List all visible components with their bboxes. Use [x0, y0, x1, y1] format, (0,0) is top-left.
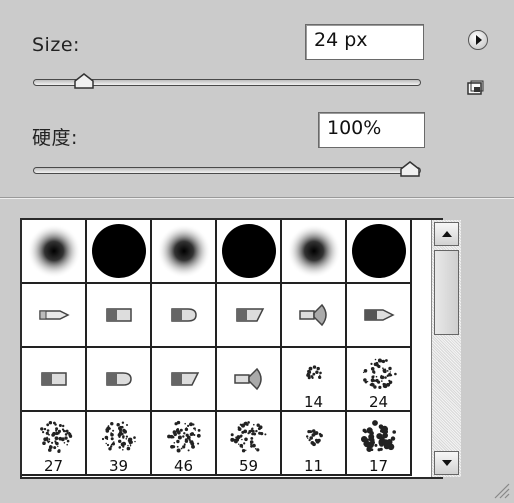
brush-preset-grid: 14 24 27 39 46 59 11 17: [20, 218, 461, 479]
bullet-tip-brush-icon: [105, 372, 132, 386]
brush-preset-cell[interactable]: [217, 284, 282, 348]
angled-tip-brush-icon: [235, 308, 264, 322]
brush-size-label: 14: [303, 393, 324, 411]
panel-divider: [0, 197, 514, 199]
hardness-slider-track[interactable]: [33, 167, 421, 174]
brush-preset-cell[interactable]: [87, 348, 152, 412]
resize-grip-icon[interactable]: [492, 481, 510, 499]
brush-preset-cell[interactable]: 59: [217, 412, 282, 476]
brush-preset-cell[interactable]: [22, 348, 87, 412]
brush-size-label: 27: [43, 457, 64, 475]
hardness-slider-thumb[interactable]: [399, 161, 421, 177]
hardness-input[interactable]: 100%: [318, 112, 425, 148]
pencil-brush-icon: [38, 310, 70, 320]
brush-preset-cell[interactable]: [22, 284, 87, 348]
brush-preset-cell[interactable]: 14: [282, 348, 347, 412]
soft-round-brush-icon: [26, 224, 81, 278]
soft-round-brush-icon: [286, 224, 341, 278]
fan-tip-brush-icon: [233, 367, 262, 391]
flyout-menu-icon[interactable]: [468, 30, 488, 50]
hard-round-brush-icon: [351, 224, 406, 278]
brush-preset-cell[interactable]: [217, 348, 282, 412]
brush-preset-panel: Size: 24 px 硬度: 100% 14 24 27 39 46 59 11 17: [0, 0, 514, 503]
fan-tip-brush-icon: [298, 303, 327, 327]
brush-size-label: 59: [238, 457, 259, 475]
scroll-down-arrow-icon[interactable]: [434, 451, 459, 475]
brush-preset-cell[interactable]: 24: [347, 348, 412, 412]
brush-size-label: 11: [303, 457, 324, 475]
soft-round-brush-icon: [156, 224, 211, 278]
size-slider-thumb[interactable]: [73, 73, 95, 89]
brush-preset-cell[interactable]: [152, 348, 217, 412]
flat-tip-brush-icon: [105, 308, 132, 322]
brush-preset-cell[interactable]: [152, 284, 217, 348]
size-label: Size:: [32, 34, 80, 56]
brush-preset-cell[interactable]: [217, 220, 282, 284]
brush-preset-cell[interactable]: [87, 284, 152, 348]
brush-preset-cell[interactable]: 46: [152, 412, 217, 476]
brush-preset-cell[interactable]: [152, 220, 217, 284]
angled-tip-brush-icon: [170, 372, 199, 386]
brush-preset-cell[interactable]: [22, 220, 87, 284]
brush-preset-cell[interactable]: [282, 284, 347, 348]
size-input[interactable]: 24 px: [305, 24, 424, 60]
brush-preset-cell[interactable]: [282, 220, 347, 284]
brush-preset-cell[interactable]: [347, 220, 412, 284]
brush-grid-scrollbar[interactable]: [431, 220, 461, 477]
brush-size-label: 24: [368, 393, 389, 411]
new-preset-icon[interactable]: [465, 80, 485, 98]
brush-preset-cell[interactable]: [87, 220, 152, 284]
brush-preset-cell[interactable]: 11: [282, 412, 347, 476]
brush-preset-cell[interactable]: 27: [22, 412, 87, 476]
brush-preset-cell[interactable]: 39: [87, 412, 152, 476]
brush-preset-cell[interactable]: 17: [347, 412, 412, 476]
brush-size-label: 46: [173, 457, 194, 475]
marker-tip-brush-icon: [363, 309, 395, 321]
hardness-label: 硬度:: [32, 127, 78, 149]
flat-tip-brush-icon: [40, 372, 67, 386]
scrollbar-thumb[interactable]: [434, 250, 459, 335]
hard-round-brush-icon: [221, 224, 276, 278]
brush-size-label: 17: [368, 457, 389, 475]
scroll-up-arrow-icon[interactable]: [434, 222, 459, 246]
hard-round-brush-icon: [91, 224, 146, 278]
brush-size-label: 39: [108, 457, 129, 475]
bullet-tip-brush-icon: [170, 308, 197, 322]
brush-preset-cell[interactable]: [347, 284, 412, 348]
